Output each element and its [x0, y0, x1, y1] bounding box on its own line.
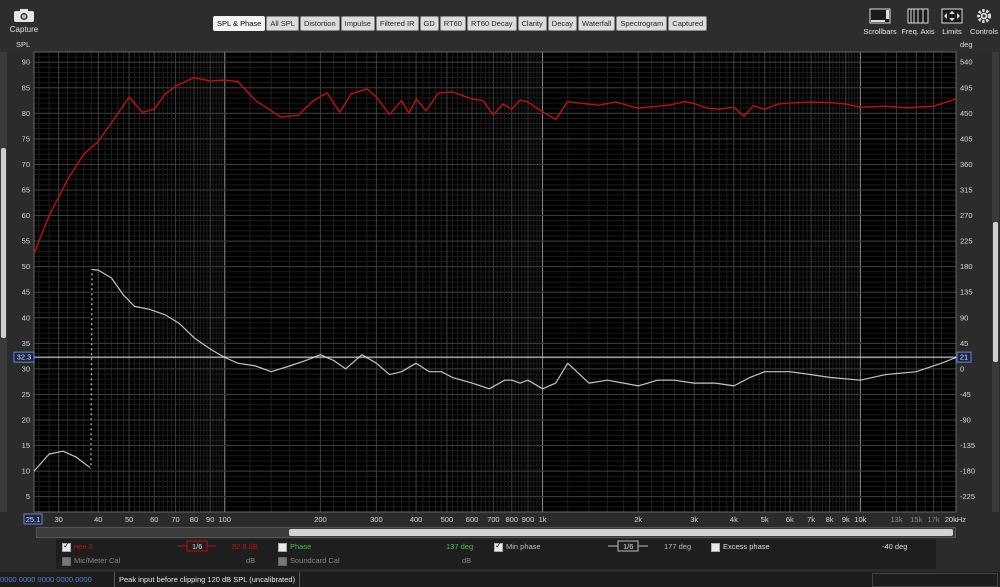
x-tick-label: 2k	[634, 515, 642, 524]
excess-phase-cursor-value: -40 deg	[882, 542, 908, 551]
x-tick-label: 70	[171, 515, 179, 524]
mic-meter-cal-label: Mic/Meter Cal	[74, 556, 121, 565]
mic-meter-cal-value: dB	[246, 556, 256, 565]
y-tick-label-left: 70	[22, 160, 30, 169]
y-tick-label-left: 85	[22, 83, 30, 92]
y-tick-label-left: 65	[22, 186, 30, 195]
x-tick-label: 600	[466, 515, 479, 524]
x-tick-label: 400	[410, 515, 423, 524]
x-tick-label: 50	[125, 515, 133, 524]
level-meters: 0000 0000 0000 0000 0000	[0, 575, 92, 584]
spl-smoothing-value: 1/6	[192, 542, 203, 551]
x-tick-label: 1k	[539, 515, 547, 524]
spl-cursor-value: 82.8 dB	[232, 542, 258, 551]
phase-checkbox[interactable]	[278, 543, 287, 552]
excess-phase-label: Excess phase	[723, 542, 770, 551]
x-tick-label: 17k	[928, 515, 940, 524]
y-tick-label-right: -90	[960, 416, 971, 425]
status-message: Peak input before clipping 120 dB SPL (u…	[114, 572, 301, 587]
legend-panel: нен 3 1/6 82.8 dB Phase 137 deg Min phas…	[56, 539, 936, 569]
x-tick-label: 3k	[690, 515, 698, 524]
x-tick-label: 4k	[730, 515, 738, 524]
y-tick-label-left: 30	[22, 364, 30, 373]
y-tick-label-left: 35	[22, 339, 30, 348]
cursor-left-value: 32.3	[17, 353, 32, 362]
x-tick-label: 15k	[910, 515, 922, 524]
spl-series-checkbox[interactable]	[62, 541, 71, 552]
x-tick-label: 40	[94, 515, 102, 524]
x-tick-label: 6k	[786, 515, 794, 524]
cursor-right-value: 21	[960, 353, 968, 362]
x-tick-label: 10k	[854, 515, 866, 524]
x-tick-label: 80	[190, 515, 198, 524]
y-tick-label-right: 405	[960, 134, 973, 143]
y-tick-label-left: 60	[22, 211, 30, 220]
y-tick-label-left: 10	[22, 467, 30, 476]
y-tick-label-left: 15	[22, 441, 30, 450]
spl-phase-chart[interactable]: 5 10 15 20 25 30 35 40 45 50 55 60 65 70 75 80 85 90 -225…	[0, 0, 1000, 527]
status-box	[872, 573, 998, 587]
y-tick-label-left: 90	[22, 58, 30, 67]
x-tick-label: 500	[441, 515, 454, 524]
mic-meter-cal-checkbox[interactable]	[62, 557, 71, 566]
x-tick-label: 20kHz	[945, 515, 967, 524]
y-tick-label-left: 55	[22, 237, 30, 246]
y-tick-label-right: -225	[960, 492, 975, 501]
x-tick-label: 13k	[891, 515, 903, 524]
x-tick-label: 9k	[842, 515, 850, 524]
y-tick-label-left: 75	[22, 134, 30, 143]
x-tick-label: 60	[150, 515, 158, 524]
y-tick-label-right: 540	[960, 58, 973, 67]
x-tick-label: 100	[219, 515, 232, 524]
status-bar: 0000 0000 0000 0000 0000 Peak input befo…	[0, 572, 1000, 587]
y-tick-label-right: 315	[960, 186, 973, 195]
y-tick-label-right: -45	[960, 390, 971, 399]
scrollbar-thumb[interactable]	[289, 529, 953, 536]
x-tick-label: 300	[370, 515, 383, 524]
min-phase-cursor-value: 177 deg	[664, 542, 692, 551]
y-tick-label-right: -180	[960, 467, 975, 476]
y-tick-label-right: 0	[960, 364, 964, 373]
soundcard-cal-label: Soundcard Cal	[290, 556, 340, 565]
y-tick-label-right: -135	[960, 441, 975, 450]
x-tick-label: 700	[487, 515, 500, 524]
min-phase-label: Min phase	[506, 542, 541, 551]
soundcard-cal-value: dB	[462, 556, 472, 565]
y-tick-label-right: 225	[960, 237, 973, 246]
x-tick-label: 900	[522, 515, 535, 524]
cursor-x-value: 25.1	[26, 515, 41, 524]
y-tick-label-right: 45	[960, 339, 968, 348]
y-tick-label-left: 40	[22, 313, 30, 322]
x-tick-label: 200	[314, 515, 327, 524]
phase-cursor-value: 137 deg	[446, 542, 474, 551]
y-tick-label-right: 270	[960, 211, 973, 220]
y-tick-label-left: 20	[22, 416, 30, 425]
horizontal-scrollbar[interactable]	[36, 527, 956, 538]
x-tick-label: 5k	[761, 515, 769, 524]
x-tick-label: 90	[206, 515, 214, 524]
y-tick-label-right: 450	[960, 109, 973, 118]
y-tick-label-left: 45	[22, 288, 30, 297]
x-tick-label: 8k	[826, 515, 834, 524]
y-tick-label-right: 180	[960, 262, 973, 271]
y-tick-label-left: 80	[22, 109, 30, 118]
y-tick-label-right: 135	[960, 288, 973, 297]
x-tick-label: 800	[506, 515, 519, 524]
excess-phase-checkbox[interactable]	[711, 543, 720, 552]
soundcard-cal-checkbox[interactable]	[278, 557, 287, 566]
x-tick-label: 30	[54, 515, 62, 524]
y-tick-label-left: 5	[26, 492, 30, 501]
min-phase-smoothing-value: 1/6	[623, 542, 634, 551]
y-tick-label-right: 360	[960, 160, 973, 169]
phase-label: Phase	[290, 542, 312, 551]
min-phase-checkbox[interactable]	[494, 541, 503, 552]
spl-series-label: нен 3	[74, 542, 93, 551]
y-tick-label-left: 25	[22, 390, 30, 399]
y-tick-label-left: 50	[22, 262, 30, 271]
y-tick-label-right: 495	[960, 83, 973, 92]
x-tick-label: 7k	[807, 515, 815, 524]
y-tick-label-right: 90	[960, 313, 968, 322]
